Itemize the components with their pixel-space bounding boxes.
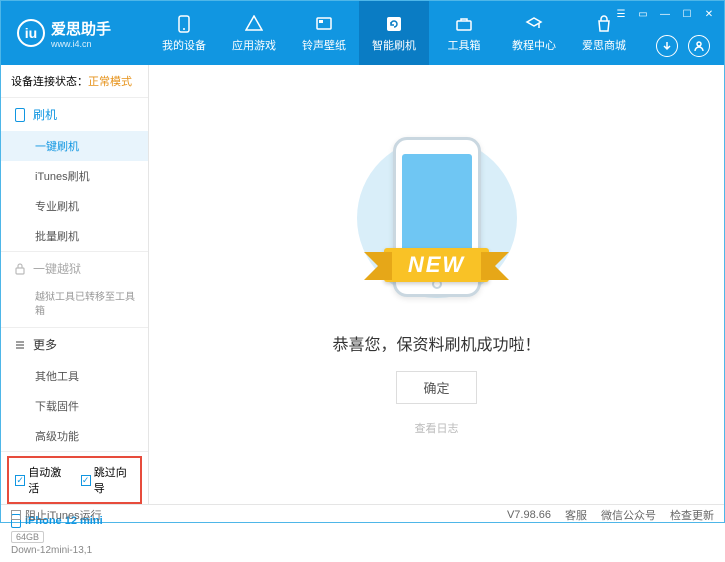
app-title: 爱思助手 xyxy=(51,18,111,39)
sidebar-head-more[interactable]: 更多 xyxy=(1,328,148,361)
sidebar-head-label: 一键越狱 xyxy=(33,260,81,277)
sidebar-item-batch[interactable]: 批量刷机 xyxy=(1,221,148,251)
conn-status: 正常模式 xyxy=(88,76,132,88)
window-controls: ☰ ▭ — ☐ ✕ xyxy=(614,7,716,21)
sidebar-item-advanced[interactable]: 高级功能 xyxy=(1,421,148,451)
checkbox-label: 自动激活 xyxy=(28,464,68,496)
sidebar-head-label: 刷机 xyxy=(33,106,57,123)
skin-icon[interactable]: ▭ xyxy=(636,7,650,21)
connection-status-row: 设备连接状态：正常模式 xyxy=(1,65,148,98)
sidebar-item-pro[interactable]: 专业刷机 xyxy=(1,191,148,221)
sidebar-item-firmware[interactable]: 下载固件 xyxy=(1,391,148,421)
menu-icon[interactable]: ☰ xyxy=(614,7,628,21)
nav-label: 我的设备 xyxy=(162,37,206,53)
nav-smart-flash[interactable]: 智能刷机 xyxy=(359,1,429,65)
nav-my-device[interactable]: 我的设备 xyxy=(149,1,219,65)
checkbox-auto-activate[interactable]: ✓ 自动激活 xyxy=(15,464,69,496)
more-icon xyxy=(13,338,27,352)
sidebar-head-label: 更多 xyxy=(33,336,57,353)
nav-ringtone[interactable]: 铃声壁纸 xyxy=(289,1,359,65)
checkbox-label: 跳过向导 xyxy=(94,464,134,496)
nav-apps[interactable]: 应用游戏 xyxy=(219,1,289,65)
nav-label: 铃声壁纸 xyxy=(302,37,346,53)
bag-icon xyxy=(594,14,614,34)
jailbreak-note: 越狱工具已转移至工具箱 xyxy=(1,285,148,327)
sidebar-head-jailbreak[interactable]: 一键越狱 xyxy=(1,252,148,285)
checkbox-highlight-area: ✓ 自动激活 ✓ 跳过向导 xyxy=(7,456,142,504)
view-log-link[interactable]: 查看日志 xyxy=(415,420,459,436)
success-illustration: NEW xyxy=(352,133,522,313)
device-detail: Down-12mini-13,1 xyxy=(11,545,138,556)
nav-label: 应用游戏 xyxy=(232,37,276,53)
download-button[interactable] xyxy=(656,35,678,57)
app-subtitle: www.i4.cn xyxy=(51,39,111,49)
lock-icon xyxy=(13,262,27,276)
close-icon[interactable]: ✕ xyxy=(702,7,716,21)
nav-label: 智能刷机 xyxy=(372,37,416,53)
sidebar-item-othertools[interactable]: 其他工具 xyxy=(1,361,148,391)
minimize-icon[interactable]: — xyxy=(658,7,672,21)
sidebar-item-itunes[interactable]: iTunes刷机 xyxy=(1,161,148,191)
footer-wechat[interactable]: 微信公众号 xyxy=(601,507,656,523)
success-message: 恭喜您，保资料刷机成功啦！ xyxy=(332,331,540,355)
checkbox-icon: ✓ xyxy=(81,475,91,486)
maximize-icon[interactable]: ☐ xyxy=(680,7,694,21)
checkbox-label: 阻止iTunes运行 xyxy=(25,507,102,523)
apps-icon xyxy=(244,14,264,34)
checkbox-icon xyxy=(11,510,21,520)
version-text: V7.98.66 xyxy=(507,509,551,521)
ok-button[interactable]: 确定 xyxy=(396,371,476,404)
footer-service[interactable]: 客服 xyxy=(565,507,587,523)
checkbox-skip-guide[interactable]: ✓ 跳过向导 xyxy=(81,464,135,496)
sidebar-head-flash[interactable]: 刷机 xyxy=(1,98,148,131)
new-ribbon: NEW xyxy=(384,248,489,282)
logo-area: iu 爱思助手 www.i4.cn xyxy=(1,18,149,49)
sidebar: 设备连接状态：正常模式 刷机 一键刷机 iTunes刷机 专业刷机 批量刷机 一… xyxy=(1,65,149,504)
wallpaper-icon xyxy=(314,14,334,34)
conn-label: 设备连接状态： xyxy=(11,76,88,88)
sidebar-item-oneclick[interactable]: 一键刷机 xyxy=(1,131,148,161)
hat-icon xyxy=(524,14,544,34)
nav-toolbox[interactable]: 工具箱 xyxy=(429,1,499,65)
toolbox-icon xyxy=(454,14,474,34)
storage-badge: 64GB xyxy=(11,531,44,543)
footer-update[interactable]: 检查更新 xyxy=(670,507,714,523)
device-icon xyxy=(174,14,194,34)
nav-label: 爱思商城 xyxy=(582,37,626,53)
user-button[interactable] xyxy=(688,35,710,57)
phone-icon xyxy=(13,108,27,122)
logo-icon: iu xyxy=(17,19,45,47)
checkbox-icon: ✓ xyxy=(15,475,25,486)
main-nav: 我的设备 应用游戏 铃声壁纸 智能刷机 工具箱 教程中心 爱思商城 xyxy=(149,1,639,65)
app-header: iu 爱思助手 www.i4.cn 我的设备 应用游戏 铃声壁纸 智能刷机 工具… xyxy=(1,1,724,65)
main-content: NEW 恭喜您，保资料刷机成功啦！ 确定 查看日志 xyxy=(149,65,724,504)
block-itunes-checkbox[interactable]: 阻止iTunes运行 xyxy=(11,507,102,523)
refresh-icon xyxy=(384,14,404,34)
nav-label: 教程中心 xyxy=(512,37,556,53)
nav-label: 工具箱 xyxy=(448,37,481,53)
nav-tutorial[interactable]: 教程中心 xyxy=(499,1,569,65)
